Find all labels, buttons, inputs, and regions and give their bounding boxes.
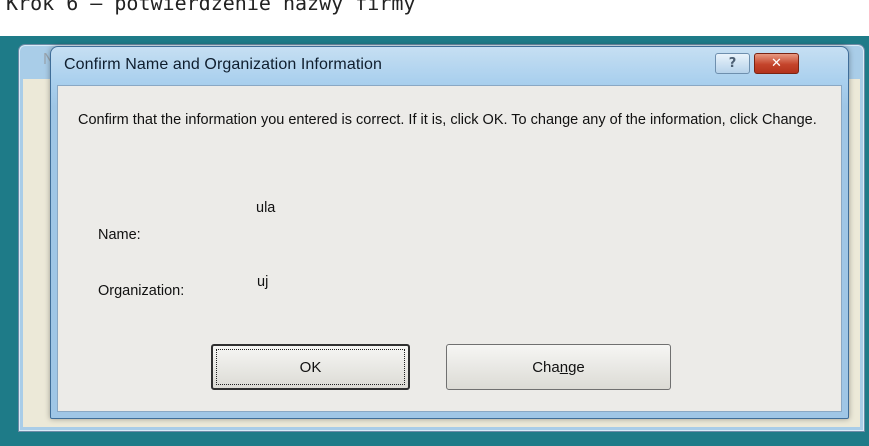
change-button[interactable]: Change: [446, 344, 671, 390]
name-label: Name:: [98, 227, 141, 243]
close-icon: ✕: [771, 56, 782, 71]
confirm-dialog: Confirm Name and Organization Informatio…: [50, 46, 849, 419]
change-mnemonic: n: [559, 358, 569, 376]
name-value: ula: [256, 200, 276, 216]
dialog-title: Confirm Name and Organization Informatio…: [64, 56, 383, 73]
document-caption: Krok 6 – potwierdzenie nazwy firmy: [6, 0, 416, 15]
dialog-body: Confirm that the information you entered…: [57, 85, 842, 412]
close-button[interactable]: ✕: [754, 53, 799, 74]
ok-button[interactable]: OK: [211, 344, 410, 390]
organization-label: Organization:: [98, 283, 185, 299]
organization-value: uj: [257, 274, 269, 290]
confirmation-message: Confirm that the information you entered…: [78, 112, 817, 128]
ok-button-label: OK: [299, 358, 322, 376]
page: Krok 6 – potwierdzenie nazwy firmy N Con…: [0, 0, 869, 446]
change-button-label: Change: [532, 358, 585, 376]
help-icon: ?: [728, 56, 737, 71]
help-button[interactable]: ?: [715, 53, 750, 74]
